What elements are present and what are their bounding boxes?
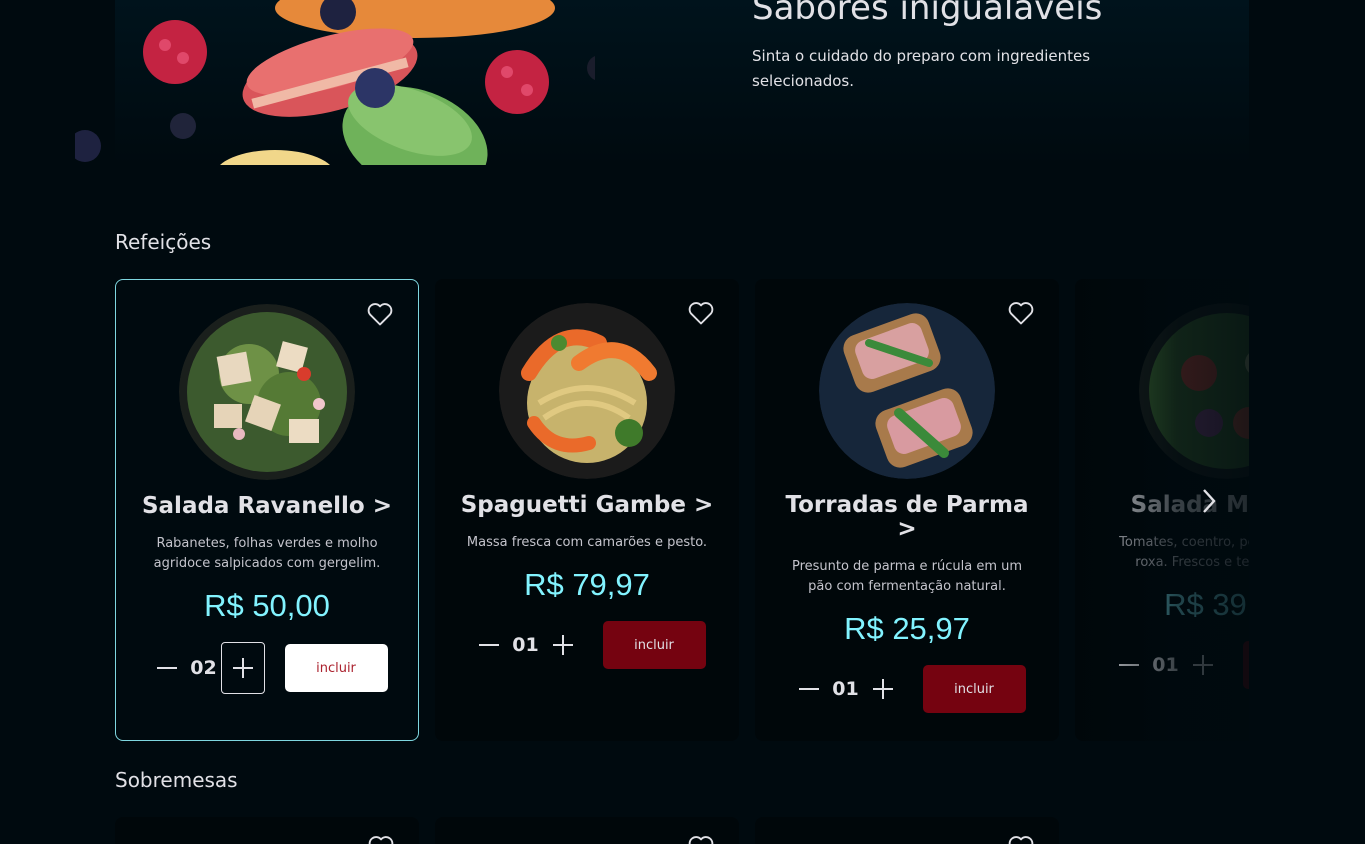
favorite-button[interactable] [367, 833, 395, 844]
decrease-button[interactable] [469, 625, 509, 665]
dish-description: Massa fresca com camarões e pesto. [466, 535, 708, 550]
increase-button[interactable] [1183, 645, 1223, 685]
quantity-value: 01 [1152, 654, 1179, 676]
dish-name[interactable]: Salada Molla > [1097, 493, 1249, 517]
favorite-button[interactable] [1007, 833, 1035, 844]
include-button[interactable]: incluir [922, 665, 1026, 713]
dish-image [1139, 303, 1249, 479]
dish-card[interactable] [435, 817, 739, 844]
dish-price: R$ 25,97 [844, 611, 970, 646]
heart-icon [1008, 836, 1034, 844]
favorite-button[interactable] [1007, 299, 1035, 327]
hero-macarons-image [75, 0, 595, 165]
plus-icon [552, 635, 573, 655]
increase-button[interactable] [220, 642, 265, 694]
dish-image [819, 303, 995, 479]
quantity-stepper: 01 [789, 669, 903, 709]
minus-icon [1118, 664, 1139, 666]
quantity-stepper: 01 [1109, 645, 1223, 685]
dish-card[interactable]: Torradas de Parma > Presunto de parma e … [755, 279, 1059, 741]
hero-title: Sabores inigualáveis [752, 0, 1103, 28]
favorite-button[interactable] [687, 833, 715, 844]
quantity-stepper: 01 [469, 625, 583, 665]
section-title-sobremesas: Sobremesas [115, 768, 238, 792]
increase-button[interactable] [543, 625, 583, 665]
plus-icon [232, 658, 253, 678]
minus-icon [478, 644, 499, 646]
meals-carousel: Salada Ravanello > Rabanetes, folhas ver… [115, 279, 1249, 741]
hero-banner: Sabores inigualáveis Sinta o cuidado do … [75, 0, 1249, 165]
favorite-button[interactable] [687, 299, 715, 327]
heart-icon [688, 836, 714, 844]
heart-icon [1008, 302, 1034, 325]
desserts-carousel [115, 817, 1249, 844]
decrease-button[interactable] [789, 669, 829, 709]
decrease-button[interactable] [1109, 645, 1149, 685]
dish-description: Presunto de parma e rúcula em um pão com… [791, 559, 1023, 594]
dish-card[interactable] [115, 817, 419, 844]
heart-icon [367, 303, 393, 326]
dish-card[interactable] [755, 817, 1059, 844]
carousel-next-button[interactable] [1196, 484, 1222, 518]
dish-card[interactable]: Salada Ravanello > Rabanetes, folhas ver… [115, 279, 419, 741]
decrease-button[interactable] [147, 648, 187, 688]
plus-icon [872, 679, 893, 699]
dish-description: Rabanetes, folhas verdes e molho agridoc… [153, 536, 381, 571]
dish-image [499, 303, 675, 479]
heart-icon [368, 836, 394, 844]
dish-card[interactable]: Spaguetti Gambe > Massa fresca com camar… [435, 279, 739, 741]
dish-name[interactable]: Salada Ravanello > [137, 494, 397, 518]
dish-price: R$ 50,00 [204, 588, 330, 623]
include-button[interactable]: incluir [284, 644, 388, 692]
quantity-value: 01 [832, 678, 859, 700]
favorite-button[interactable] [366, 300, 394, 328]
minus-icon [798, 688, 819, 690]
dish-price: R$ 39,97 [1164, 587, 1249, 622]
dish-card[interactable]: Salada Molla > Tomates, coentro, pepino,… [1075, 279, 1249, 741]
quantity-stepper: 02 [147, 642, 265, 694]
quantity-value: 02 [190, 657, 217, 679]
dish-price: R$ 79,97 [524, 567, 650, 602]
include-button[interactable]: incluir [602, 621, 706, 669]
dish-name[interactable]: Spaguetti Gambe > [457, 493, 717, 517]
heart-icon [688, 302, 714, 325]
section-title-refeicoes: Refeições [115, 230, 212, 254]
plus-icon [1192, 655, 1213, 675]
dish-image [179, 304, 355, 480]
minus-icon [156, 667, 177, 669]
include-button[interactable]: incluir [1242, 641, 1249, 689]
hero-subtitle: Sinta o cuidado do preparo com ingredien… [752, 47, 1091, 90]
dish-name[interactable]: Torradas de Parma > [777, 493, 1037, 541]
dish-description: Tomates, coentro, pepino, cebola roxa. F… [1119, 535, 1249, 570]
chevron-right-icon [1203, 489, 1216, 513]
increase-button[interactable] [863, 669, 903, 709]
quantity-value: 01 [512, 634, 539, 656]
